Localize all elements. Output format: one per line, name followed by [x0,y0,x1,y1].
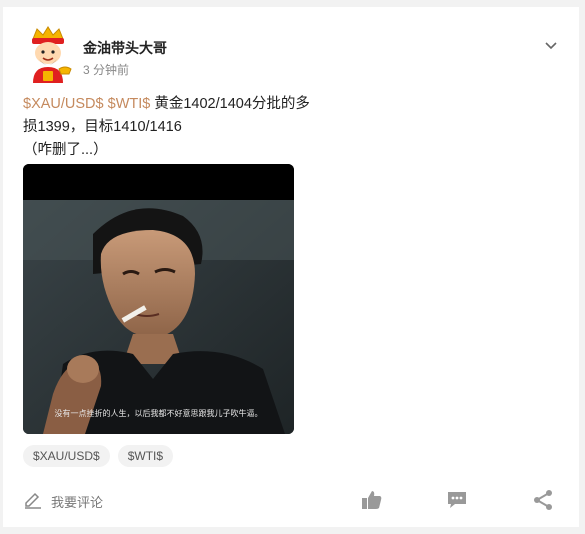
tag-chip-xauusd[interactable]: $XAU/USD$ [23,445,110,467]
comment-button[interactable]: 我要评论 [23,490,103,513]
avatar[interactable] [23,25,73,83]
action-bar: 我要评论 [3,482,579,518]
pen-icon [23,490,43,513]
stock-tag-link[interactable]: $WTI$ [108,96,151,112]
image-subtitle: 没有一点挫折的人生，以后我都不好意思跟我儿子吹牛逼。 [55,408,263,418]
share-icon[interactable] [531,488,555,512]
post-card: 金油带头大哥 3 分钟前 $XAU/USD$ $WTI$ 黄金1402/1404… [3,7,579,527]
tag-chip-list: $XAU/USD$ $WTI$ [23,445,174,467]
comment-label: 我要评论 [51,495,104,510]
post-text-line1: 黄金1402/1404分批的多 [150,96,310,112]
speech-bubble-icon[interactable] [445,488,469,512]
thumbs-up-icon[interactable] [360,488,384,512]
tag-chip-wti[interactable]: $WTI$ [117,445,174,467]
chevron-down-icon[interactable] [543,37,559,53]
post-text-line2: 损1399，目标1410/1416 [23,119,182,135]
username[interactable]: 金油带头大哥 [83,38,167,58]
post-text-line3: （咋删了...） [23,142,108,158]
stock-tag-link[interactable]: $XAU/USD$ [23,96,104,112]
post-body: $XAU/USD$ $WTI$ 黄金1402/1404分批的多 损1399，目标… [23,93,343,162]
post-timestamp: 3 分钟前 [83,63,130,77]
post-image[interactable]: 没有一点挫折的人生，以后我都不好意思跟我儿子吹牛逼。 [23,164,294,434]
